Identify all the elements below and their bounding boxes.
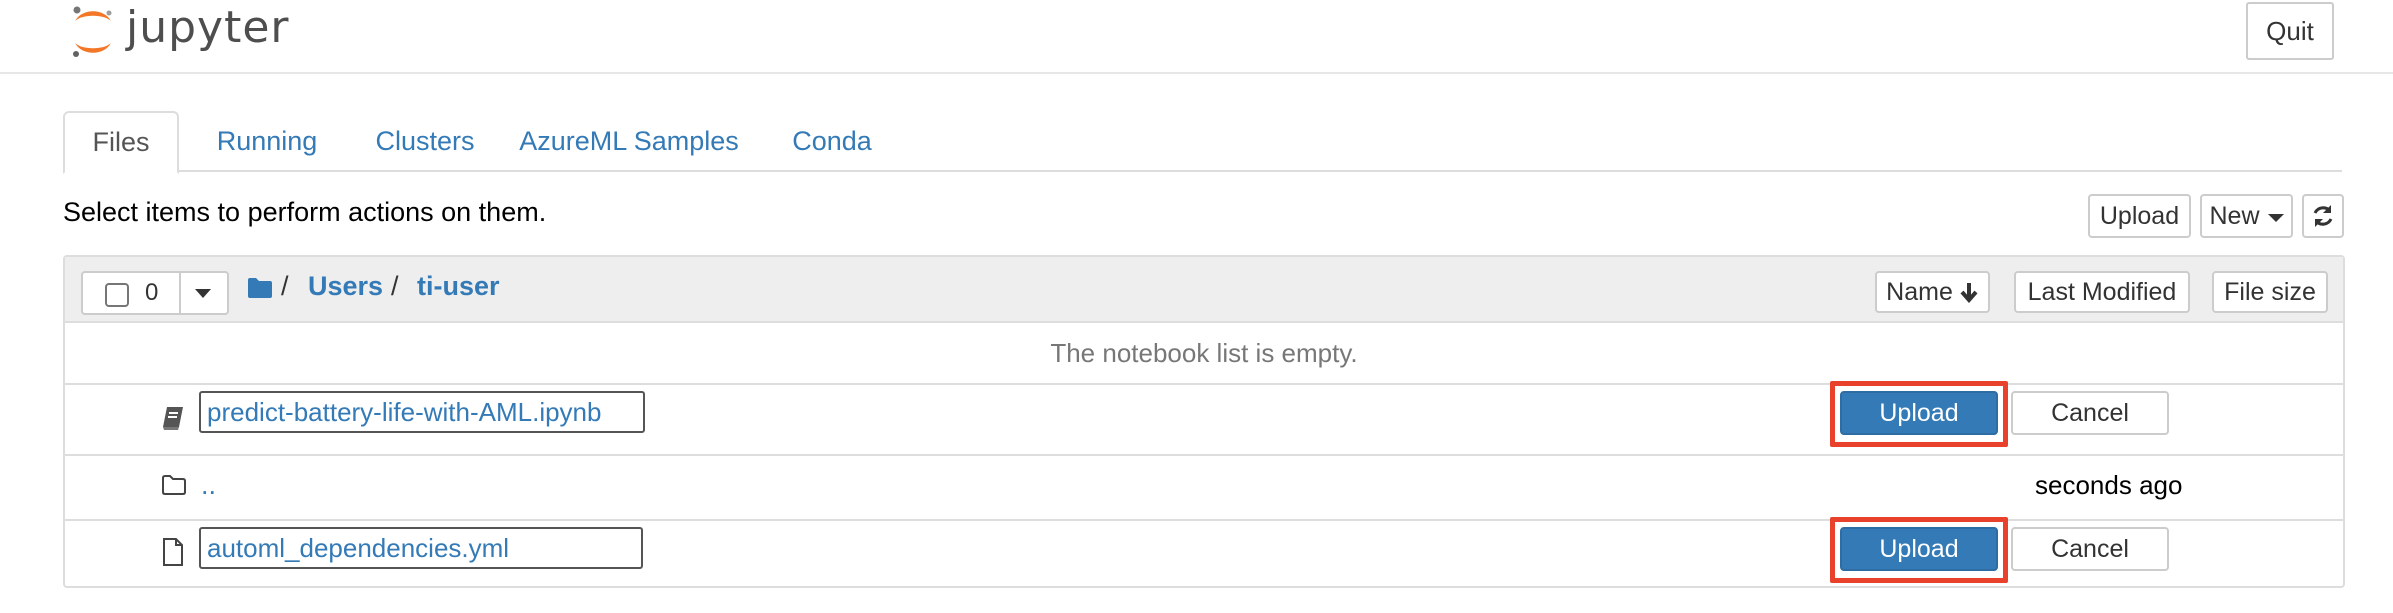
sort-file-size-button[interactable]: File size: [2212, 271, 2328, 313]
tab-clusters[interactable]: Clusters: [355, 111, 495, 172]
new-dropdown-button[interactable]: New: [2200, 194, 2293, 238]
tab-files[interactable]: Files: [63, 111, 179, 174]
list-item: The notebook list is empty.: [65, 323, 2343, 385]
upload-row: automl_dependencies.yml Upload Cancel: [65, 517, 2343, 588]
header-bar: jupyter Quit: [0, 0, 2393, 74]
logo-text: jupyter: [126, 2, 290, 53]
tab-bar: Files Running Clusters AzureML Samples C…: [63, 111, 2342, 174]
modified-time: seconds ago: [2035, 470, 2183, 500]
chevron-down-icon[interactable]: [195, 289, 211, 298]
notebook-list-panel: 0 / Users / ti-user Name Last Modified F…: [63, 255, 2345, 588]
notebook-icon: [163, 407, 183, 430]
tab-azureml-samples[interactable]: AzureML Samples: [495, 111, 763, 172]
select-all-checkbox[interactable]: [105, 283, 129, 307]
select-all-group: 0: [81, 271, 229, 315]
divider: [179, 273, 181, 313]
arrow-down-icon: [1960, 283, 1978, 303]
upload-button[interactable]: Upload: [2088, 194, 2191, 238]
folder-icon[interactable]: [247, 277, 273, 299]
parent-folder-link[interactable]: ..: [201, 470, 216, 501]
tab-conda[interactable]: Conda: [763, 111, 901, 172]
new-label: New: [2209, 201, 2260, 230]
breadcrumb-separator: /: [391, 271, 399, 301]
notebook-name-input[interactable]: predict-battery-life-with-AML.ipynb: [199, 391, 645, 433]
row-cancel-button[interactable]: Cancel: [2011, 527, 2169, 571]
quit-button[interactable]: Quit: [2246, 2, 2334, 60]
selected-count: 0: [145, 279, 159, 306]
row-upload-button[interactable]: Upload: [1840, 527, 1998, 571]
breadcrumb-separator: /: [281, 271, 289, 301]
row-upload-button[interactable]: Upload: [1840, 391, 1998, 435]
sort-last-modified-button[interactable]: Last Modified: [2014, 271, 2190, 313]
folder-outline-icon: [162, 475, 186, 495]
breadcrumb-users[interactable]: Users: [308, 271, 383, 302]
breadcrumb-ti-user[interactable]: ti-user: [417, 271, 500, 302]
jupyter-logo[interactable]: jupyter: [68, 2, 368, 62]
empty-list-message: The notebook list is empty.: [1050, 337, 1358, 368]
file-name-input[interactable]: automl_dependencies.yml: [199, 527, 643, 569]
chevron-down-icon: [2267, 214, 2284, 222]
list-item[interactable]: .. seconds ago: [65, 456, 2343, 521]
sort-name-label: Name: [1886, 277, 1953, 306]
refresh-icon: [2313, 205, 2333, 227]
list-header: 0 / Users / ti-user Name Last Modified F…: [65, 257, 2343, 323]
row-cancel-button[interactable]: Cancel: [2011, 391, 2169, 435]
refresh-button[interactable]: [2302, 194, 2344, 238]
sort-name-button[interactable]: Name: [1875, 271, 1990, 313]
jupyter-logo-icon: [73, 6, 112, 57]
instructions-text: Select items to perform actions on them.: [63, 197, 547, 227]
upload-row: predict-battery-life-with-AML.ipynb Uplo…: [65, 381, 2343, 456]
file-icon: [163, 538, 183, 566]
tab-running[interactable]: Running: [179, 111, 355, 172]
